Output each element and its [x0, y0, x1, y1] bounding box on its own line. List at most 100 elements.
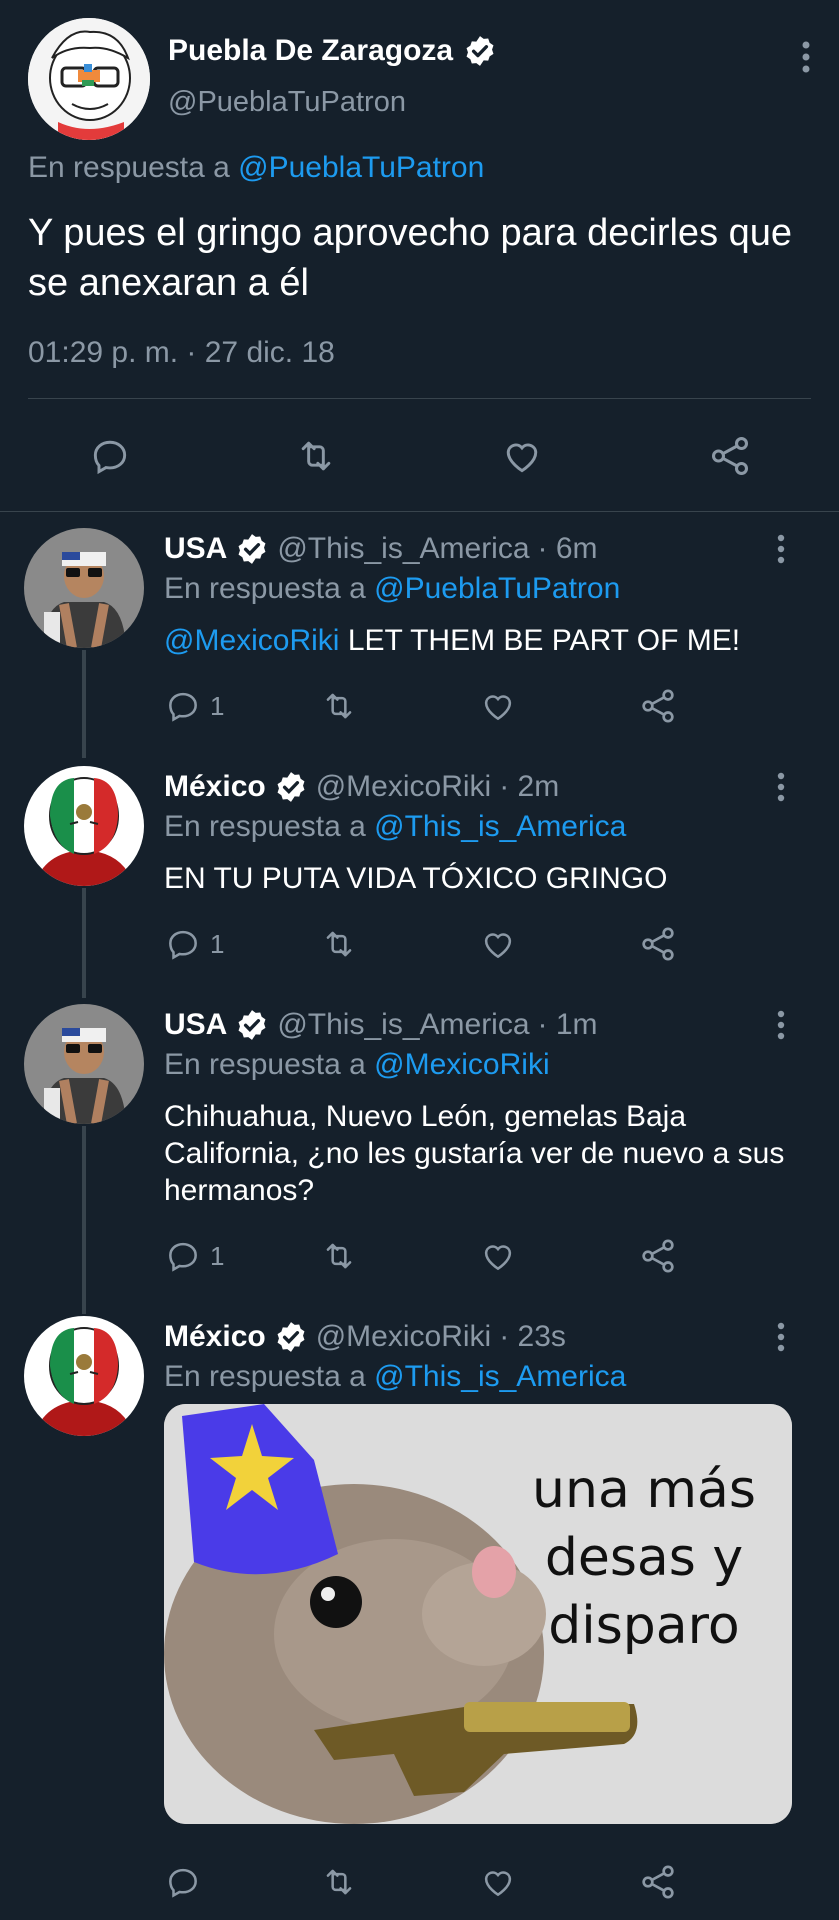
reply-to-link[interactable]: @This_is_America [374, 810, 626, 843]
tweet-text: @MexicoRiki LET THEM BE PART OF ME! [164, 622, 804, 659]
more-vertical-icon[interactable] [775, 1322, 787, 1357]
tweet-text-body: LET THEM BE PART OF ME! [339, 624, 741, 657]
author-name[interactable]: México [164, 770, 266, 804]
tweet-text: Chihuahua, Nuevo León, gemelas Baja Cali… [164, 1100, 785, 1207]
like-button[interactable] [478, 1234, 518, 1278]
tweet-text: Y pues el gringo aprovecho para decirles… [28, 212, 793, 304]
retweet-button[interactable] [318, 922, 360, 966]
author-handle[interactable]: @MexicoRiki [316, 1320, 491, 1354]
tweet-age: · 2m [499, 770, 560, 803]
share-button[interactable] [638, 922, 678, 966]
reply-header: USA @This_is_America · 6m [164, 532, 598, 566]
avatar-usa[interactable] [24, 1004, 144, 1124]
comment-icon [169, 1868, 197, 1898]
reply-prefix: En respuesta a [164, 810, 366, 843]
avatar-image [28, 18, 150, 140]
comment-icon [169, 692, 197, 722]
reply-to-link[interactable]: @PueblaTuPatron [374, 572, 620, 605]
avatar-mexico[interactable] [24, 766, 144, 886]
heart-icon [484, 933, 512, 959]
like-button[interactable] [478, 922, 518, 966]
avatar-mexico[interactable] [24, 1316, 144, 1436]
reply-prefix: En respuesta a [164, 572, 366, 605]
like-button[interactable] [478, 1860, 518, 1904]
author-name-text[interactable]: Puebla De Zaragoza [168, 34, 453, 68]
share-button[interactable] [706, 432, 754, 480]
tweet-text: EN TU PUTA VIDA TÓXICO GRINGO [164, 862, 668, 895]
tweet-actions: 1 [164, 922, 684, 970]
reply-tweet[interactable]: USA @This_is_America · 6m En respuesta a… [0, 528, 839, 738]
author-handle[interactable]: @This_is_America [277, 532, 529, 566]
share-icon [642, 1865, 674, 1899]
more-vertical-icon[interactable] [775, 534, 787, 569]
share-button[interactable] [638, 1234, 678, 1278]
reply-button[interactable] [86, 432, 134, 480]
reply-prefix: En respuesta a [164, 1360, 366, 1393]
retweet-button[interactable] [318, 1234, 360, 1278]
retweet-icon [326, 1869, 352, 1895]
reply-count: 1 [210, 928, 225, 959]
tweet-timestamp[interactable]: 01:29 p. m. · 27 dic. 18 [28, 336, 335, 370]
author-handle[interactable]: @PueblaTuPatron [168, 86, 406, 119]
reply-tweet[interactable]: México @MexicoRiki · 23s En respuesta a … [0, 1316, 839, 1920]
heart-icon [484, 695, 512, 721]
meme-image[interactable]: una más desas y disparo [164, 1404, 792, 1824]
author-handle[interactable]: @MexicoRiki [316, 770, 491, 804]
verified-badge-icon [466, 36, 494, 66]
heart-icon [484, 1245, 512, 1271]
verified-badge-icon [277, 772, 305, 802]
share-button[interactable] [638, 1860, 678, 1904]
retweet-icon [301, 441, 331, 471]
retweet-button[interactable] [292, 432, 340, 480]
reply-button[interactable]: 1 [164, 684, 224, 728]
reply-prefix: En respuesta a [164, 1048, 366, 1081]
reply-prefix: En respuesta a [28, 151, 230, 184]
avatar-usa[interactable] [24, 528, 144, 648]
author-name[interactable]: Puebla De Zaragoza [168, 34, 497, 68]
verified-badge-icon [277, 1322, 305, 1352]
author-name[interactable]: USA [164, 532, 227, 566]
author-handle[interactable]: @This_is_America [277, 1008, 529, 1042]
tweet-actions: 1 [164, 684, 684, 732]
avatar-image [24, 528, 144, 648]
reply-context: En respuesta a @PueblaTuPatron [28, 151, 484, 185]
tweet-actions [0, 424, 839, 488]
share-icon [711, 437, 749, 475]
like-button[interactable] [478, 684, 518, 728]
meme-caption: una más desas y disparo [532, 1460, 756, 1656]
share-button[interactable] [638, 684, 678, 728]
comment-icon [169, 1242, 197, 1272]
more-vertical-icon[interactable] [799, 40, 813, 79]
avatar-puebla[interactable] [28, 18, 150, 140]
author-name[interactable]: México [164, 1320, 266, 1354]
reply-to-link[interactable]: @PueblaTuPatron [238, 151, 484, 184]
reply-count: 1 [210, 1240, 225, 1271]
share-icon [642, 927, 674, 961]
retweet-button[interactable] [318, 684, 360, 728]
avatar-image [24, 1316, 144, 1436]
reply-button[interactable]: 1 [164, 922, 224, 966]
more-vertical-icon[interactable] [775, 772, 787, 807]
mention-link[interactable]: @MexicoRiki [164, 624, 339, 657]
share-icon [642, 689, 674, 723]
reply-header: México @MexicoRiki · 2m [164, 770, 559, 804]
reply-to-link[interactable]: @MexicoRiki [374, 1048, 549, 1081]
reply-to-link[interactable]: @This_is_America [374, 1360, 626, 1393]
reply-context: En respuesta a @MexicoRiki [164, 1048, 550, 1082]
reply-tweet[interactable]: México @MexicoRiki · 2m En respuesta a @… [0, 766, 839, 976]
avatar-image [24, 1004, 144, 1124]
avatar-image [24, 766, 144, 886]
reply-button[interactable] [164, 1860, 202, 1904]
author-name[interactable]: USA [164, 1008, 227, 1042]
more-vertical-icon[interactable] [775, 1010, 787, 1045]
reply-button[interactable]: 1 [164, 1234, 224, 1278]
verified-badge-icon [238, 534, 266, 564]
reply-tweet[interactable]: USA @This_is_America · 1m En respuesta a… [0, 1004, 839, 1294]
retweet-icon [326, 931, 352, 957]
like-button[interactable] [498, 432, 546, 480]
tweet-age: · 1m [537, 1008, 598, 1041]
verified-badge-icon [238, 1010, 266, 1040]
retweet-button[interactable] [318, 1860, 360, 1904]
tweet-age: · 23s [499, 1320, 566, 1353]
tweet-actions: 1 [164, 1234, 684, 1282]
